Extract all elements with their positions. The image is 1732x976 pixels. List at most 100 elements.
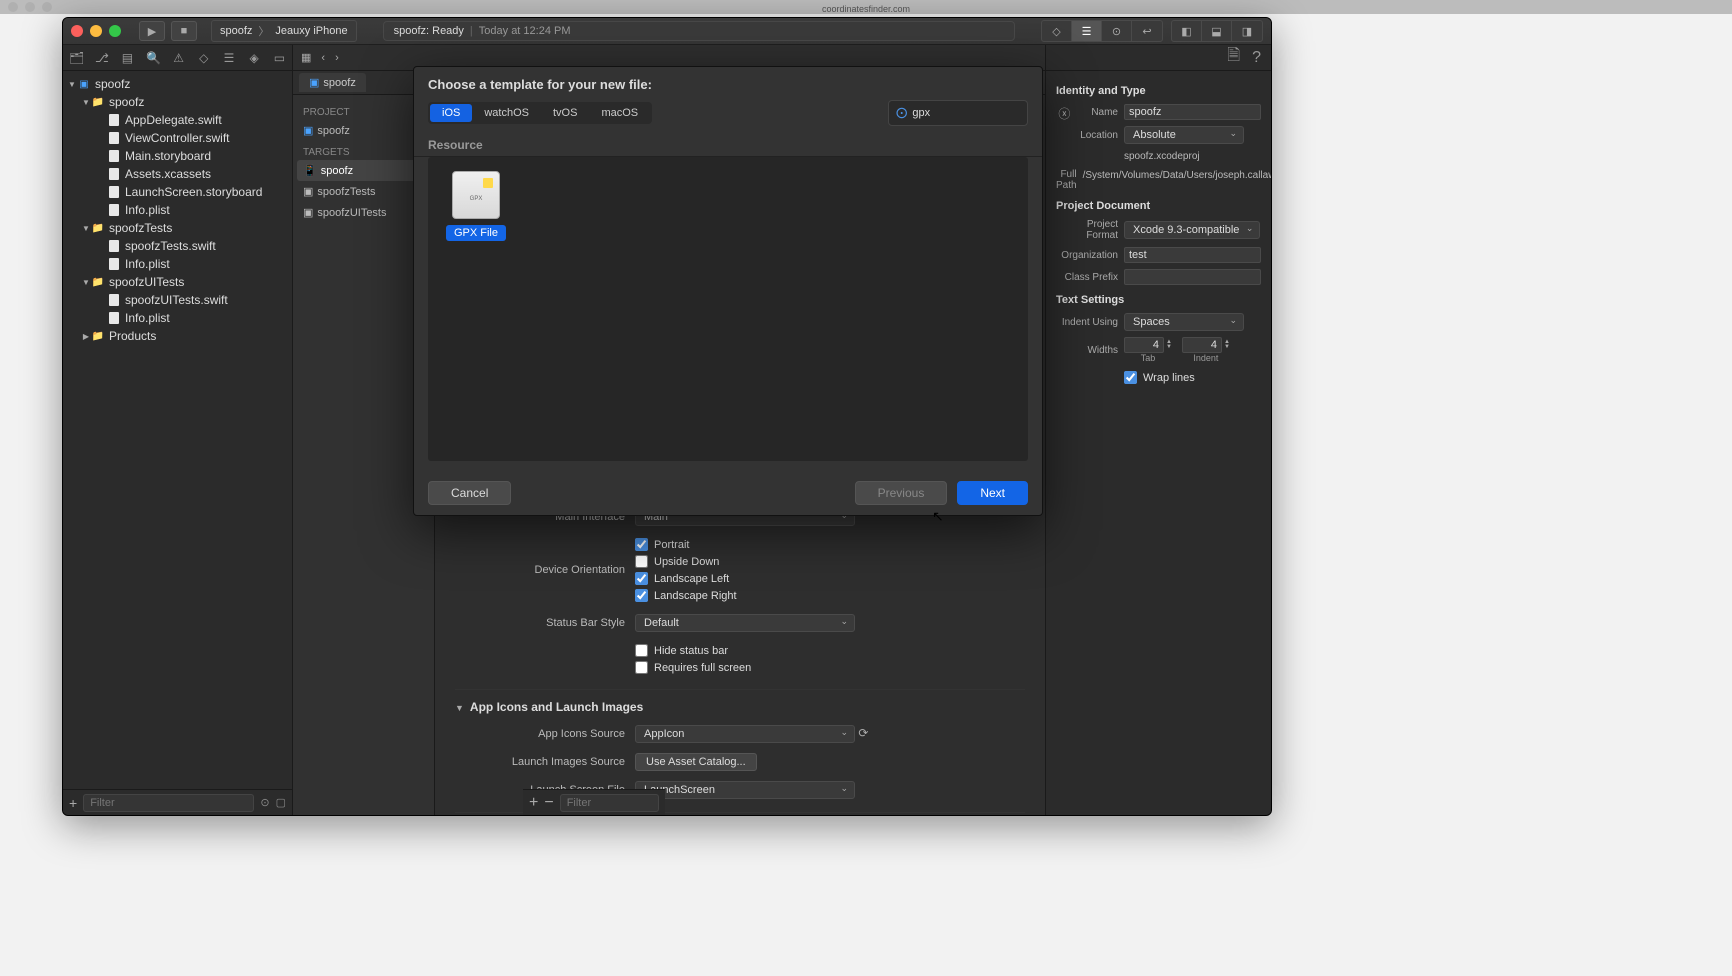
debug-navigator-icon[interactable]: ☰ (222, 51, 235, 65)
standard-editor-button[interactable]: ☰ (1072, 21, 1102, 41)
refresh-icon[interactable]: ⟳ (858, 726, 868, 740)
add-target-button[interactable]: + (529, 794, 538, 812)
breakpoint-navigator-icon[interactable]: ◈ (248, 51, 261, 65)
navigator-panel: 🗂 ⎇ ▤ 🔍 ⚠ ◇ ☰ ◈ ▭ ▼ ▣ spoofz ▼ 📁 (63, 45, 293, 815)
class-prefix-field[interactable] (1124, 269, 1261, 285)
quick-help-icon[interactable]: ? (1252, 49, 1261, 67)
tree-file[interactable]: Assets.xcassets (63, 165, 292, 183)
browser-url: coordinatesfinder.com (822, 4, 910, 14)
zoom-window-button[interactable] (109, 25, 121, 37)
remove-target-button[interactable]: − (544, 794, 553, 812)
tree-file[interactable]: AppDelegate.swift (63, 111, 292, 129)
tree-file[interactable]: spoofzTests.swift (63, 237, 292, 255)
editor-mode-group[interactable]: ◇ ☰ ⊙ ↩ (1041, 20, 1163, 42)
project-navigator-icon[interactable]: 🗂 (69, 51, 83, 65)
requires-full-screen-checkbox[interactable] (635, 661, 648, 674)
platform-tvos-button[interactable]: tvOS (541, 104, 589, 122)
folder-icon: 📁 (91, 275, 105, 289)
template-search[interactable]: ⊙ ⓧ (888, 100, 1028, 126)
hide-status-bar-checkbox[interactable] (635, 644, 648, 657)
template-search-input[interactable] (912, 107, 1054, 119)
previous-button[interactable]: Previous (855, 481, 948, 505)
project-tree[interactable]: ▼ ▣ spoofz ▼ 📁 spoofz AppDelegate.swift … (63, 71, 292, 789)
class-prefix-label: Class Prefix (1056, 272, 1124, 283)
issue-navigator-icon[interactable]: ⚠ (172, 51, 185, 65)
forward-button[interactable]: › (335, 52, 339, 64)
file-inspector-icon[interactable]: 🗎 (1227, 45, 1240, 71)
back-button[interactable]: ‹ (321, 52, 325, 64)
toggle-bottom-panel-button[interactable]: ⬓ (1202, 21, 1232, 41)
tree-group[interactable]: ▼ 📁 spoofzUITests (63, 273, 292, 291)
indent-width-stepper[interactable]: 4 (1182, 337, 1222, 353)
target-row[interactable]: ▣spoofzTests (297, 181, 430, 202)
find-navigator-icon[interactable]: 🔍 (146, 51, 160, 65)
panel-toggle-group[interactable]: ◧ ⬓ ◨ (1171, 20, 1263, 42)
toggle-right-panel-button[interactable]: ◨ (1232, 21, 1262, 41)
template-item-gpx[interactable]: GPX GPX File (442, 171, 510, 241)
platform-segmented-control[interactable]: iOS watchOS tvOS macOS (428, 102, 652, 124)
source-control-navigator-icon[interactable]: ⎇ (95, 51, 109, 65)
run-button[interactable]: ▶ (139, 21, 165, 41)
tree-file[interactable]: LaunchScreen.storyboard (63, 183, 292, 201)
tree-file[interactable]: spoofzUITests.swift (63, 291, 292, 309)
navigator-tab-bar[interactable]: 🗂 ⎇ ▤ 🔍 ⚠ ◇ ☰ ◈ ▭ (63, 45, 292, 71)
code-review-button[interactable]: ◇ (1042, 21, 1072, 41)
stop-button[interactable]: ■ (171, 21, 197, 41)
target-row[interactable]: ▣spoofzUITests (297, 202, 430, 223)
scheme-selector[interactable]: spoofz 〉 Jeauxy iPhone (211, 20, 357, 42)
tree-file[interactable]: Info.plist (63, 255, 292, 273)
symbol-navigator-icon[interactable]: ▤ (121, 51, 134, 65)
targets-filter-input[interactable] (560, 794, 659, 812)
project-format-select[interactable]: Xcode 9.3-compatible (1124, 221, 1260, 239)
name-field[interactable] (1124, 104, 1261, 120)
wrap-lines-checkbox[interactable] (1124, 371, 1137, 384)
target-row[interactable]: 📱spoofz (297, 160, 430, 181)
cancel-button[interactable]: Cancel (428, 481, 511, 505)
add-button[interactable]: + (69, 795, 77, 811)
tab-width-stepper[interactable]: 4 (1124, 337, 1164, 353)
tree-file[interactable]: ViewController.swift (63, 129, 292, 147)
clear-search-button[interactable]: ⓧ (1058, 105, 1070, 122)
organization-field[interactable] (1124, 247, 1261, 263)
launch-screen-file-select[interactable]: LaunchScreen (635, 781, 855, 799)
tree-file[interactable]: Info.plist (63, 309, 292, 327)
scm-filter-icon[interactable]: ▢ (276, 796, 286, 809)
project-header: PROJECT (297, 101, 430, 120)
scheme-device: Jeauxy iPhone (275, 25, 347, 37)
tree-group[interactable]: ▼ 📁 spoofz (63, 93, 292, 111)
platform-ios-button[interactable]: iOS (430, 104, 472, 122)
inspector-tab-bar[interactable]: 🗎 ? (1046, 45, 1271, 71)
launch-images-source-button[interactable]: Use Asset Catalog... (635, 753, 757, 771)
related-items-icon[interactable]: ▦ (301, 51, 311, 64)
app-icons-source-select[interactable]: AppIcon (635, 725, 855, 743)
tree-group[interactable]: ▼ 📁 spoofzTests (63, 219, 292, 237)
platform-macos-button[interactable]: macOS (589, 104, 650, 122)
indent-using-select[interactable]: Spaces (1124, 313, 1244, 331)
tree-group-products[interactable]: ▶ 📁 Products (63, 327, 292, 345)
portrait-checkbox[interactable] (635, 538, 648, 551)
folder-icon: 📁 (91, 95, 105, 109)
test-navigator-icon[interactable]: ◇ (197, 51, 210, 65)
assistant-editor-button[interactable]: ⊙ (1102, 21, 1132, 41)
editor-tab[interactable]: ▣ spoofz (299, 73, 366, 92)
tree-file[interactable]: Main.storyboard (63, 147, 292, 165)
platform-watchos-button[interactable]: watchOS (472, 104, 541, 122)
next-button[interactable]: Next (957, 481, 1028, 505)
tree-root[interactable]: ▼ ▣ spoofz (63, 75, 292, 93)
status-bar-style-select[interactable]: Default (635, 614, 855, 632)
tree-file[interactable]: Info.plist (63, 201, 292, 219)
launch-images-source-label: Launch Images Source (455, 756, 635, 768)
location-select[interactable]: Absolute (1124, 126, 1244, 144)
recent-filter-icon[interactable]: ⊙ (260, 796, 269, 809)
report-navigator-icon[interactable]: ▭ (273, 51, 286, 65)
navigator-filter-input[interactable] (83, 794, 254, 812)
close-window-button[interactable] (71, 25, 83, 37)
landscape-left-checkbox[interactable] (635, 572, 648, 585)
app-icons-section-header[interactable]: ▼App Icons and Launch Images (455, 689, 1025, 720)
upside-down-checkbox[interactable] (635, 555, 648, 568)
project-row[interactable]: ▣spoofz (297, 120, 430, 141)
version-editor-button[interactable]: ↩ (1132, 21, 1162, 41)
minimize-window-button[interactable] (90, 25, 102, 37)
landscape-right-checkbox[interactable] (635, 589, 648, 602)
toggle-left-panel-button[interactable]: ◧ (1172, 21, 1202, 41)
